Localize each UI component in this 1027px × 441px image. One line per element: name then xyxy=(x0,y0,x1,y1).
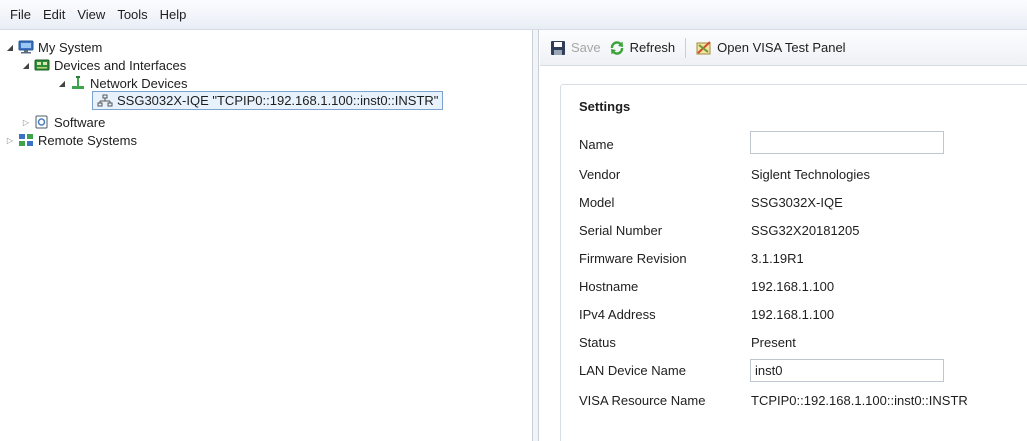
remote-systems-icon xyxy=(18,133,34,147)
collapse-arrow-icon[interactable]: ▷ xyxy=(4,136,16,145)
serial-number-label: Serial Number xyxy=(579,223,663,238)
save-label: Save xyxy=(571,40,601,55)
open-visa-label: Open VISA Test Panel xyxy=(717,40,846,55)
expand-arrow-icon[interactable]: ◢ xyxy=(4,43,16,52)
save-icon xyxy=(550,40,566,56)
network-icon xyxy=(70,76,86,90)
menu-edit[interactable]: Edit xyxy=(37,0,71,30)
ipv4-address-value: 192.168.1.100 xyxy=(751,307,835,322)
collapse-arrow-icon[interactable]: ▷ xyxy=(20,118,32,127)
network-device-icon xyxy=(97,94,113,108)
vendor-value: Siglent Technologies xyxy=(751,167,871,182)
firmware-revision-label: Firmware Revision xyxy=(579,251,687,266)
status-label: Status xyxy=(579,335,616,350)
status-value: Present xyxy=(751,335,796,350)
system-tree: ◢ My System ◢ Devices and Interfaces ◢ N… xyxy=(0,30,533,441)
tree-item-remote-systems[interactable]: ▷ Remote Systems xyxy=(4,131,137,149)
refresh-label: Refresh xyxy=(629,40,676,55)
tree-label-devices-and-interfaces: Devices and Interfaces xyxy=(54,57,187,73)
toolbar-separator xyxy=(685,37,687,58)
hostname-label: Hostname xyxy=(579,279,639,294)
software-icon xyxy=(34,115,50,129)
tree-label-software: Software xyxy=(54,114,106,130)
name-field[interactable] xyxy=(750,131,944,154)
tree-item-device[interactable]: SSG3032X-IQE "TCPIP0::192.168.1.100::ins… xyxy=(92,91,444,110)
details-pane: Save Refresh Open VISA Test Panel Settin… xyxy=(540,30,1027,441)
tree-item-devices-and-interfaces[interactable]: ◢ Devices and Interfaces xyxy=(20,56,186,74)
tree-label-my-system: My System xyxy=(38,39,103,55)
open-visa-test-panel-button[interactable]: Open VISA Test Panel xyxy=(692,36,849,60)
name-label: Name xyxy=(579,137,614,152)
refresh-button[interactable]: Refresh xyxy=(605,36,680,60)
tree-item-software[interactable]: ▷ Software xyxy=(20,113,105,131)
model-value: SSG3032X-IQE xyxy=(751,195,843,210)
refresh-icon xyxy=(609,40,625,56)
toolbar: Save Refresh Open VISA Test Panel xyxy=(540,30,1027,66)
firmware-revision-value: 3.1.19R1 xyxy=(751,251,804,266)
expand-arrow-icon[interactable]: ◢ xyxy=(20,61,32,70)
tree-item-my-system[interactable]: ◢ My System xyxy=(4,38,102,56)
menu-file[interactable]: File xyxy=(4,0,37,30)
menu-tools[interactable]: Tools xyxy=(111,0,153,30)
computer-icon xyxy=(18,40,34,54)
lan-device-name-label: LAN Device Name xyxy=(579,363,686,378)
menu-help[interactable]: Help xyxy=(154,0,193,30)
vendor-label: Vendor xyxy=(579,167,621,182)
tree-label-remote-systems: Remote Systems xyxy=(38,132,137,148)
serial-number-value: SSG32X20181205 xyxy=(751,223,860,238)
settings-panel: Settings Name Vendor Siglent Technologie… xyxy=(560,84,1027,441)
tree-label-device: SSG3032X-IQE "TCPIP0::192.168.1.100::ins… xyxy=(117,93,439,108)
lan-device-name-field[interactable] xyxy=(750,359,944,382)
pane-splitter[interactable] xyxy=(533,30,539,441)
hostname-value: 192.168.1.100 xyxy=(751,279,835,294)
expand-arrow-icon[interactable]: ◢ xyxy=(56,79,68,88)
model-label: Model xyxy=(579,195,615,210)
menu-view[interactable]: View xyxy=(71,0,111,30)
visa-resource-name-label: VISA Resource Name xyxy=(579,393,706,408)
menu-bar: File Edit View Tools Help xyxy=(0,0,1027,30)
devices-board-icon xyxy=(34,58,50,72)
tree-item-network-devices[interactable]: ◢ Network Devices xyxy=(56,74,188,92)
visa-panel-icon xyxy=(696,40,712,56)
settings-title: Settings xyxy=(579,99,631,114)
visa-resource-name-value: TCPIP0::192.168.1.100::inst0::INSTR xyxy=(751,393,968,408)
tree-label-network-devices: Network Devices xyxy=(90,75,188,91)
ipv4-address-label: IPv4 Address xyxy=(579,307,656,322)
save-button[interactable]: Save xyxy=(546,36,605,60)
